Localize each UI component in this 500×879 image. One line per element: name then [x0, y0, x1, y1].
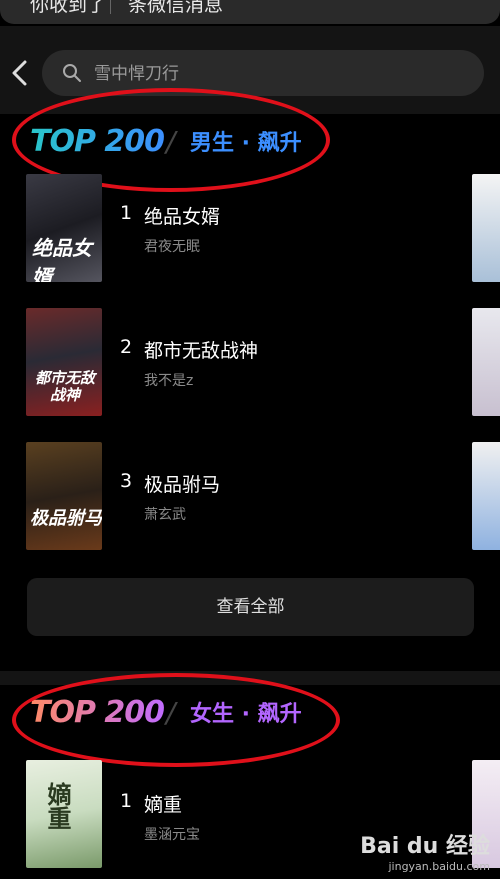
section-header: TOP 200 / 男生 · 飙升 — [0, 88, 500, 192]
notification-separator — [110, 0, 111, 14]
book-rank: 3 — [120, 470, 133, 492]
next-book-cover[interactable] — [472, 174, 500, 282]
cover-title: 极品驸马 — [30, 508, 102, 529]
watermark-url: jingyan.baidu.com — [388, 860, 490, 873]
next-book-cover[interactable] — [472, 308, 500, 416]
next-book-cover[interactable] — [472, 442, 500, 550]
book-item[interactable]: 绝品女婿 1 绝品女婿 君夜无眠 — [0, 174, 500, 284]
book-title: 极品驸马 — [144, 474, 221, 496]
watermark-brand: Bai du 经验 — [360, 834, 490, 859]
book-title: 嫡重 — [144, 794, 183, 816]
annotation-ring — [12, 673, 340, 767]
notification-banner[interactable]: 你收到了 条微信消息 — [0, 0, 500, 24]
book-title: 都市无敌战神 — [144, 340, 259, 362]
book-author: 萧玄武 — [144, 507, 186, 523]
baidu-watermark: Bai du 经验 jingyan.baidu.com — [360, 828, 490, 873]
book-author: 墨涵元宝 — [144, 827, 200, 843]
cover-title: 绝品女婿 — [32, 236, 92, 282]
book-author: 我不是z — [144, 373, 194, 389]
notification-left-text: 你收到了 — [30, 0, 107, 16]
search-icon — [63, 64, 81, 82]
male-rising-section: TOP 200 / 男生 · 飙升 绝品女婿 1 绝品女婿 君夜无眠 都市无敌战… — [0, 88, 500, 671]
book-rank: 1 — [120, 202, 133, 224]
book-cover: 极品驸马 — [26, 442, 102, 550]
book-item[interactable]: 极品驸马 3 极品驸马 萧玄武 — [0, 442, 500, 552]
section-header: TOP 200 / 女生 · 飙升 — [0, 673, 500, 767]
cover-title: 嫡重 — [43, 782, 71, 830]
book-rank: 2 — [120, 336, 133, 358]
search-bar[interactable] — [42, 50, 484, 98]
book-item[interactable]: 都市无敌战神 2 都市无敌战神 我不是z — [0, 308, 500, 418]
cover-title: 都市无敌战神 — [34, 369, 95, 404]
back-icon[interactable] — [10, 60, 30, 86]
book-rank: 1 — [120, 790, 133, 812]
book-cover: 都市无敌战神 — [26, 308, 102, 416]
book-cover: 嫡重 — [26, 760, 102, 868]
book-title: 绝品女婿 — [144, 206, 221, 228]
book-cover: 绝品女婿 — [26, 174, 102, 282]
notification-right-text: 条微信消息 — [128, 0, 224, 16]
view-all-button[interactable]: 查看全部 — [27, 578, 474, 636]
book-author: 君夜无眠 — [144, 239, 200, 255]
